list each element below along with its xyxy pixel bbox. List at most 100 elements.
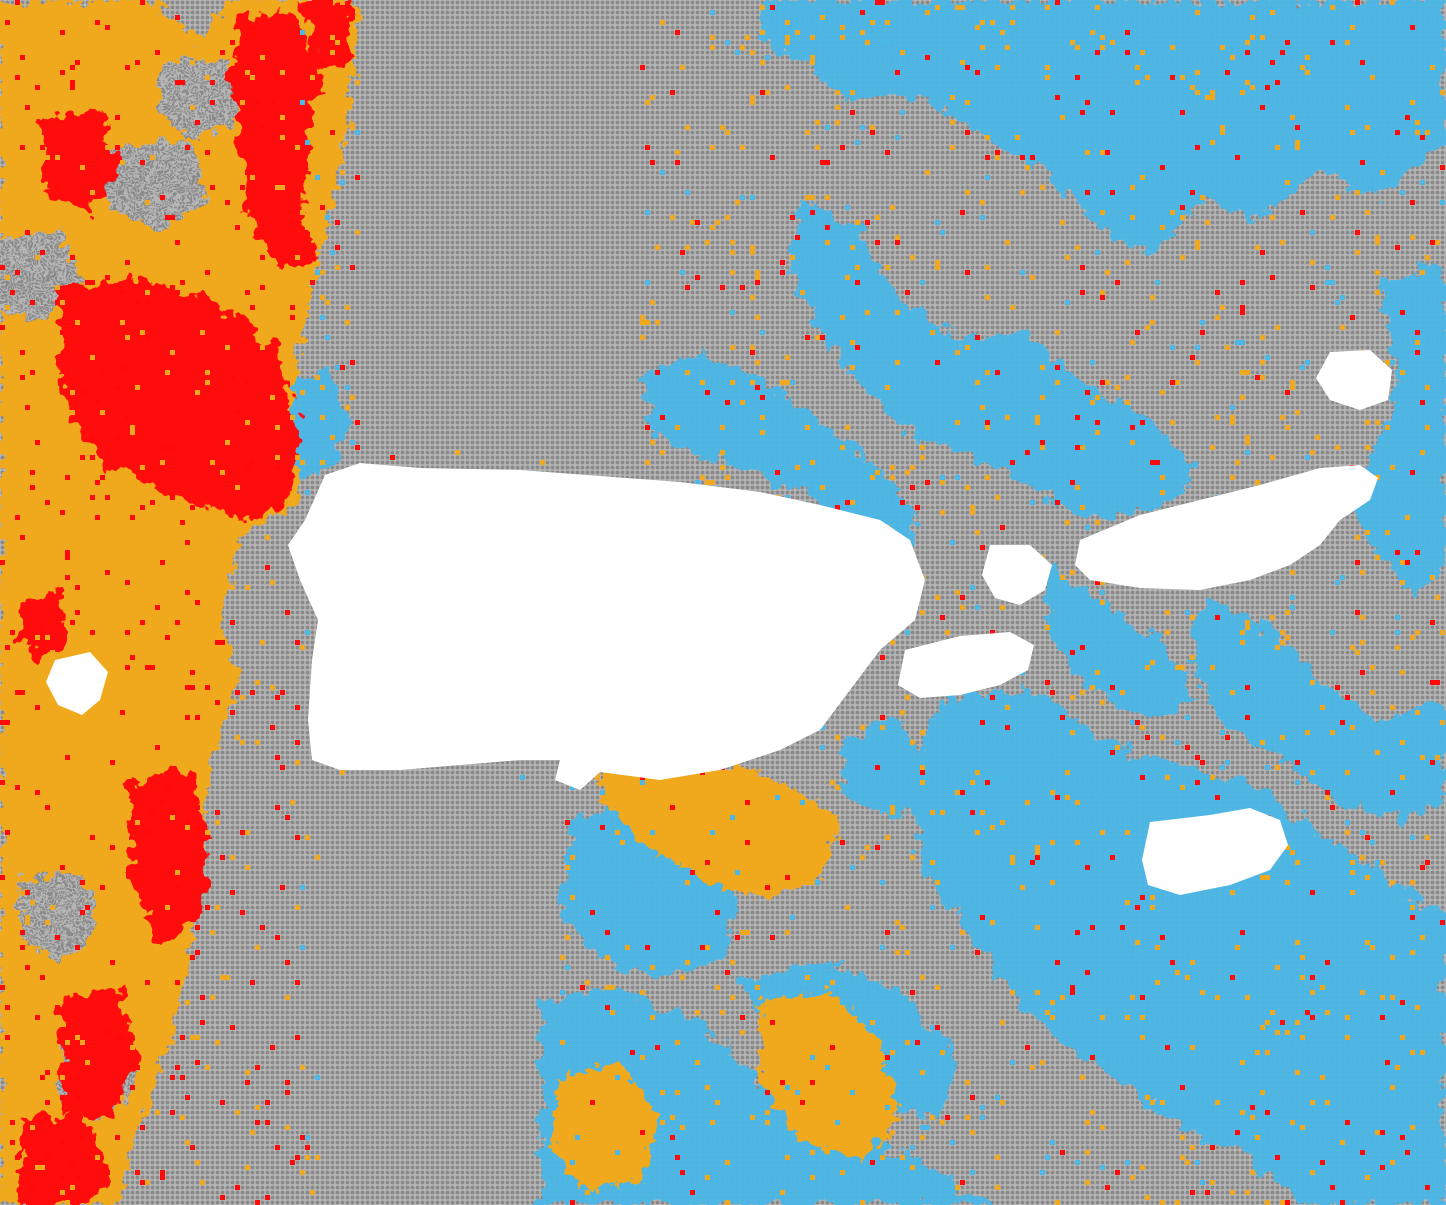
speckle-dot — [1100, 210, 1105, 215]
speckle-dot — [690, 1190, 695, 1195]
speckle-dot — [100, 710, 105, 715]
speckle-dot — [945, 905, 950, 910]
speckle-dot — [115, 435, 120, 440]
speckle-dot — [1265, 950, 1270, 955]
speckle-dot — [1385, 1060, 1390, 1065]
speckle-dot — [825, 160, 830, 165]
speckle-dot — [55, 935, 60, 940]
speckle-dot — [930, 810, 935, 815]
speckle-dot — [1195, 345, 1200, 350]
speckle-dot — [125, 65, 130, 70]
speckle-dot — [1145, 30, 1150, 35]
speckle-dot — [1410, 905, 1415, 910]
speckle-dot — [815, 35, 820, 40]
speckle-dot — [885, 385, 890, 390]
speckle-dot — [1435, 65, 1440, 70]
speckle-dot — [200, 510, 205, 515]
speckle-dot — [1050, 880, 1055, 885]
speckle-dot — [65, 1040, 70, 1045]
speckle-dot — [705, 1175, 710, 1180]
speckle-dot — [1075, 485, 1080, 490]
speckle-dot — [230, 375, 235, 380]
speckle-dot — [160, 515, 165, 520]
speckle-dot — [1135, 65, 1140, 70]
speckle-dot — [90, 280, 95, 285]
speckle-dot — [1085, 920, 1090, 925]
speckle-dot — [105, 25, 110, 30]
speckle-dot — [205, 150, 210, 155]
speckle-dot — [915, 505, 920, 510]
speckle-dot — [1285, 180, 1290, 185]
speckle-dot — [10, 990, 15, 995]
speckle-dot — [1190, 960, 1195, 965]
speckle-dot — [130, 1045, 135, 1050]
speckle-dot — [290, 220, 295, 225]
speckle-dot — [730, 995, 735, 1000]
speckle-dot — [335, 95, 340, 100]
speckle-dot — [1150, 295, 1155, 300]
speckle-dot — [1140, 725, 1145, 730]
speckle-dot — [940, 90, 945, 95]
speckle-dot — [835, 90, 840, 95]
speckle-dot — [785, 875, 790, 880]
speckle-dot — [1170, 420, 1175, 425]
speckle-dot — [1065, 255, 1070, 260]
speckle-dot — [835, 1180, 840, 1185]
speckle-dot — [185, 1000, 190, 1005]
speckle-dot — [1080, 860, 1085, 865]
speckle-dot — [960, 60, 965, 65]
speckle-dot — [1030, 380, 1035, 385]
speckle-dot — [1175, 970, 1180, 975]
speckle-dot — [1230, 1190, 1235, 1195]
speckle-dot — [1400, 1135, 1405, 1140]
speckle-dot — [1210, 665, 1215, 670]
speckle-dot — [670, 805, 675, 810]
speckle-dot — [1345, 1120, 1350, 1125]
speckle-dot — [1145, 735, 1150, 740]
speckle-dot — [800, 1100, 805, 1105]
speckle-dot — [1065, 795, 1070, 800]
speckle-dot — [165, 635, 170, 640]
speckle-dot — [1395, 1065, 1400, 1070]
speckle-dot — [1030, 155, 1035, 160]
speckle-dot — [715, 910, 720, 915]
speckle-dot — [135, 1065, 140, 1070]
speckle-dot — [1255, 480, 1260, 485]
speckle-dot — [920, 730, 925, 735]
speckle-dot — [1130, 340, 1135, 345]
speckle-dot — [1095, 250, 1100, 255]
speckle-dot — [230, 585, 235, 590]
speckle-dot — [195, 600, 200, 605]
speckle-dot — [950, 770, 955, 775]
speckle-dot — [950, 95, 955, 100]
speckle-dot — [1125, 50, 1130, 55]
speckle-dot — [70, 410, 75, 415]
speckle-dot — [955, 590, 960, 595]
speckle-dot — [70, 215, 75, 220]
speckle-dot — [70, 620, 75, 625]
speckle-dot — [60, 1190, 65, 1195]
speckle-dot — [235, 690, 240, 695]
speckle-dot — [765, 55, 770, 60]
speckle-dot — [275, 425, 280, 430]
speckle-dot — [1055, 380, 1060, 385]
speckle-dot — [190, 515, 195, 520]
speckle-dot — [80, 910, 85, 915]
speckle-dot — [1355, 230, 1360, 235]
speckle-dot — [685, 960, 690, 965]
speckle-dot — [1260, 335, 1265, 340]
speckle-dot — [1395, 130, 1400, 135]
speckle-dot — [1000, 605, 1005, 610]
speckle-dot — [900, 710, 905, 715]
speckle-dot — [1420, 400, 1425, 405]
speckle-dot — [815, 1005, 820, 1010]
speckle-dot — [885, 1065, 890, 1070]
speckle-dot — [1345, 40, 1350, 45]
speckle-dot — [245, 290, 250, 295]
speckle-dot — [605, 920, 610, 925]
speckle-dot — [130, 890, 135, 895]
speckle-dot — [70, 65, 75, 70]
speckle-dot — [250, 690, 255, 695]
speckle-dot — [1175, 380, 1180, 385]
speckle-dot — [1260, 105, 1265, 110]
